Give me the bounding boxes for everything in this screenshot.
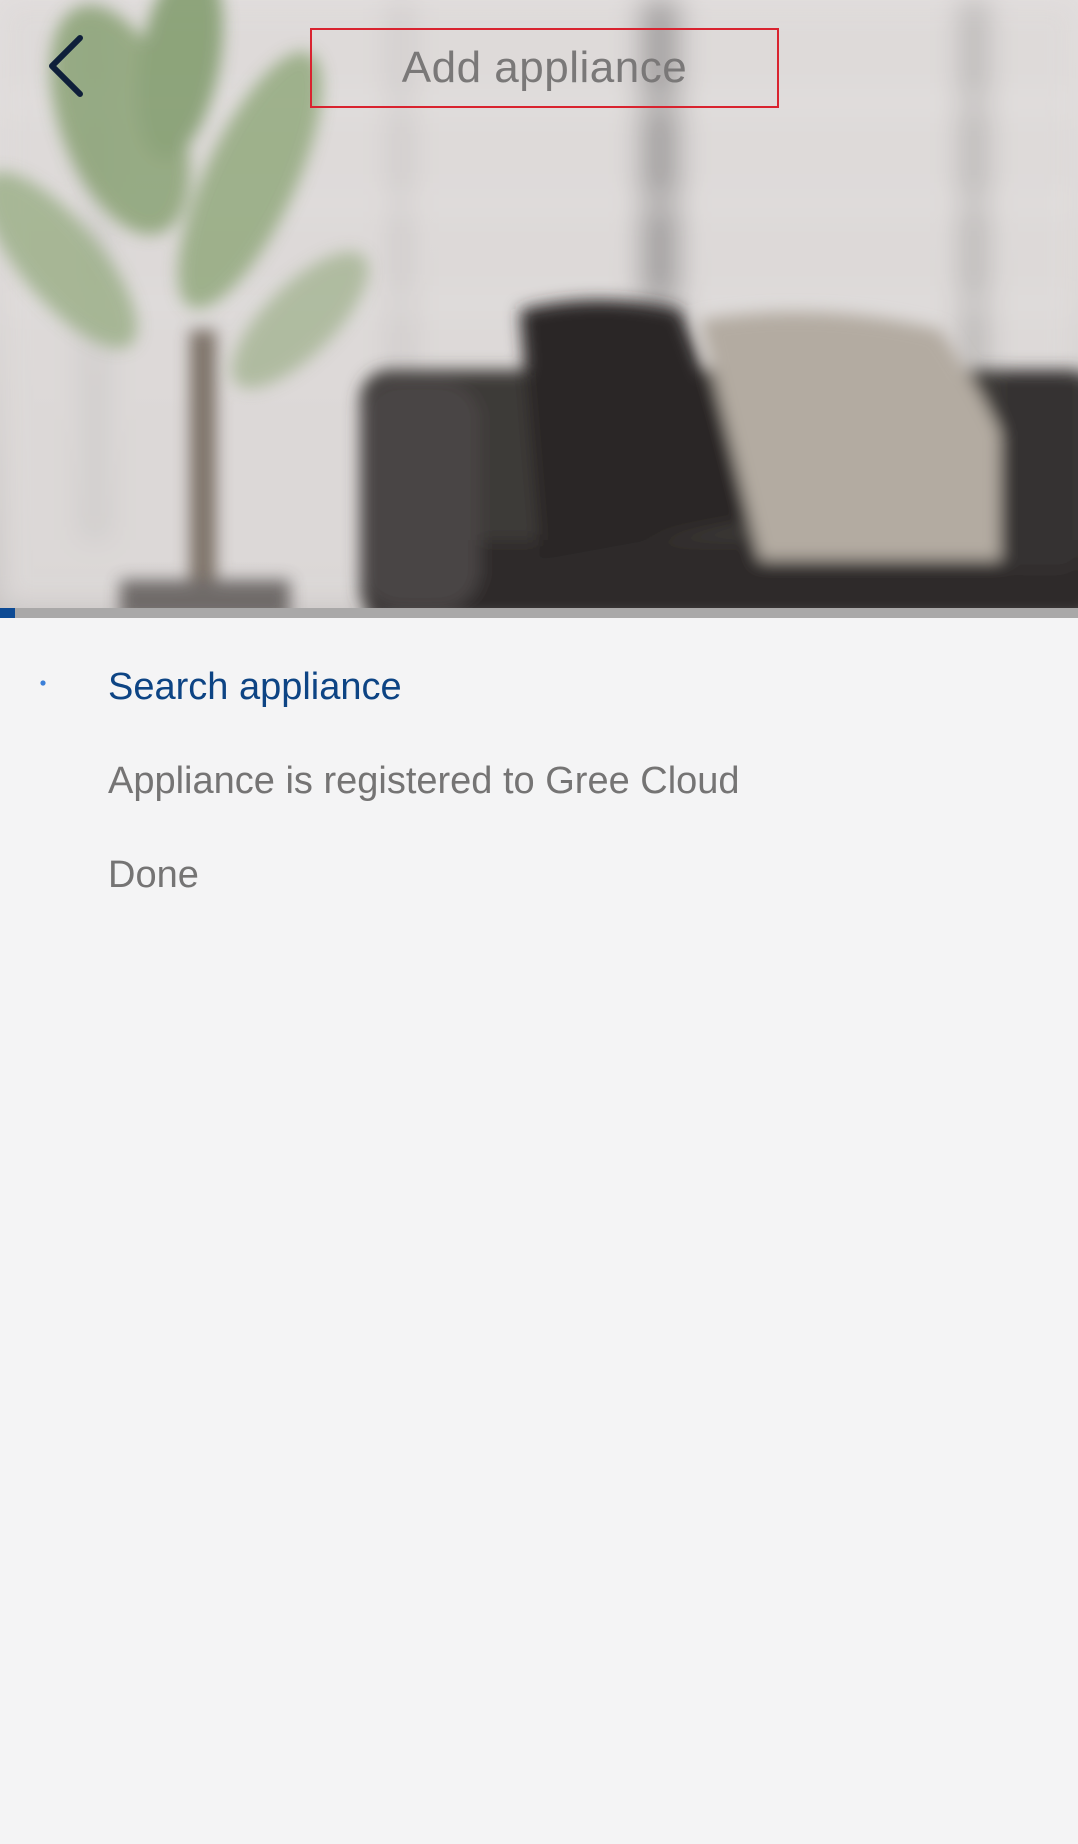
- back-button[interactable]: [36, 26, 96, 106]
- step-search-appliance: Search appliance: [0, 640, 1078, 734]
- step-label: Done: [108, 853, 199, 896]
- page-title: Add appliance: [401, 43, 688, 92]
- step-done: Done: [0, 828, 1078, 922]
- step-label: Search appliance: [108, 665, 402, 708]
- step-label: Appliance is registered to Gree Cloud: [108, 759, 740, 802]
- add-appliance-screen: Add appliance Search appliance Appliance…: [0, 0, 1078, 1844]
- setup-steps-list: Search appliance Appliance is registered…: [0, 640, 1078, 922]
- loading-spinner-icon: [40, 680, 46, 686]
- chevron-left-icon: [49, 35, 83, 97]
- progress-bar: [0, 608, 1078, 618]
- page-title-box: Add appliance: [310, 28, 779, 108]
- progress-bar-fill: [0, 608, 16, 618]
- step-register-cloud: Appliance is registered to Gree Cloud: [0, 734, 1078, 828]
